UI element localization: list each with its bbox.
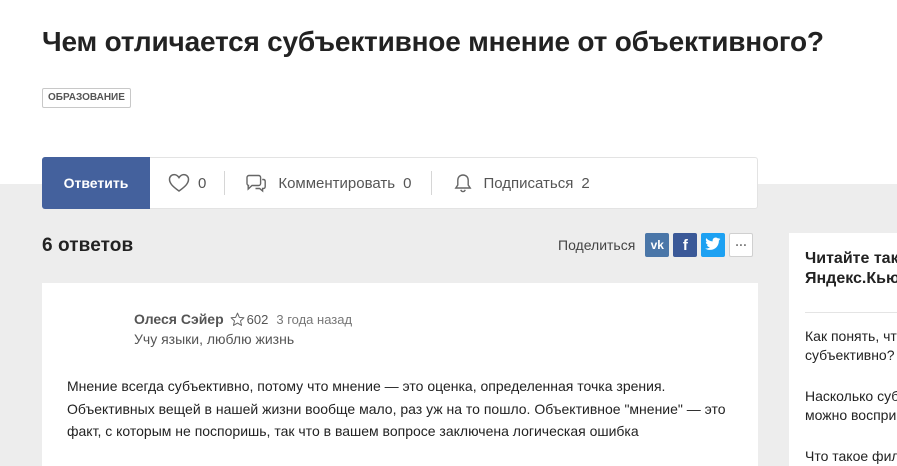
sidebar-title: Читайте также на Яндекс.Кью <box>805 250 897 287</box>
bell-icon <box>452 172 474 194</box>
author-name[interactable]: Олеся Сэйер <box>134 311 224 327</box>
author-rating: 602 <box>246 311 269 327</box>
star-icon <box>230 312 245 327</box>
related-question-link[interactable]: Как понять, что мнение субъективно? <box>805 327 897 365</box>
comment-label: Комментировать <box>278 174 396 192</box>
divider <box>805 312 897 313</box>
comment-button[interactable]: Комментировать 0 <box>225 158 431 208</box>
twitter-share-button[interactable] <box>701 233 726 257</box>
related-sidebar: Читайте также на Яндекс.Кью Как понять, … <box>789 233 897 466</box>
question-title: Чем отличается субъективное мнение от об… <box>42 26 824 57</box>
vk-share-button[interactable]: vk <box>645 233 670 257</box>
twitter-icon <box>705 236 721 254</box>
more-icon: ··· <box>735 238 748 252</box>
share-label: Поделиться <box>558 237 636 253</box>
heart-icon <box>168 173 190 193</box>
related-question-link[interactable]: Что такое философия? <box>805 447 897 466</box>
like-count: 0 <box>198 174 207 192</box>
question-action-bar: Ответить 0 Комментировать 0 Подписаться … <box>42 156 758 209</box>
author-bio: Учу языки, люблю жизнь <box>134 331 295 347</box>
answer-time[interactable]: 3 года назад <box>276 312 352 327</box>
answer-card: Олеся Сэйер 602 3 года назад Учу языки, … <box>42 283 758 466</box>
comment-icon <box>244 173 268 193</box>
answer-button[interactable]: Ответить <box>42 156 150 209</box>
facebook-share-button[interactable]: f <box>673 233 698 257</box>
more-share-button[interactable]: ··· <box>729 233 754 257</box>
topic-tag[interactable]: ОБРАЗОВАНИЕ <box>42 88 131 108</box>
subscriber-count: 2 <box>581 174 590 192</box>
answer-text: Мнение всегда субъективно, потому что мн… <box>67 378 726 439</box>
answers-count: 6 ответов <box>42 235 134 256</box>
share-bar: Поделиться vk f ··· <box>558 233 754 257</box>
vk-icon: vk <box>650 238 664 252</box>
facebook-icon: f <box>682 236 688 254</box>
answer-meta: Олеся Сэйер 602 3 года назад <box>134 311 352 327</box>
subscribe-label: Подписаться <box>483 174 574 192</box>
comment-count: 0 <box>403 174 412 192</box>
subscribe-button[interactable]: Подписаться 2 <box>432 158 590 208</box>
related-question-link[interactable]: Насколько субъективно можно воспринимать… <box>805 387 897 425</box>
like-button[interactable]: 0 <box>150 158 224 208</box>
